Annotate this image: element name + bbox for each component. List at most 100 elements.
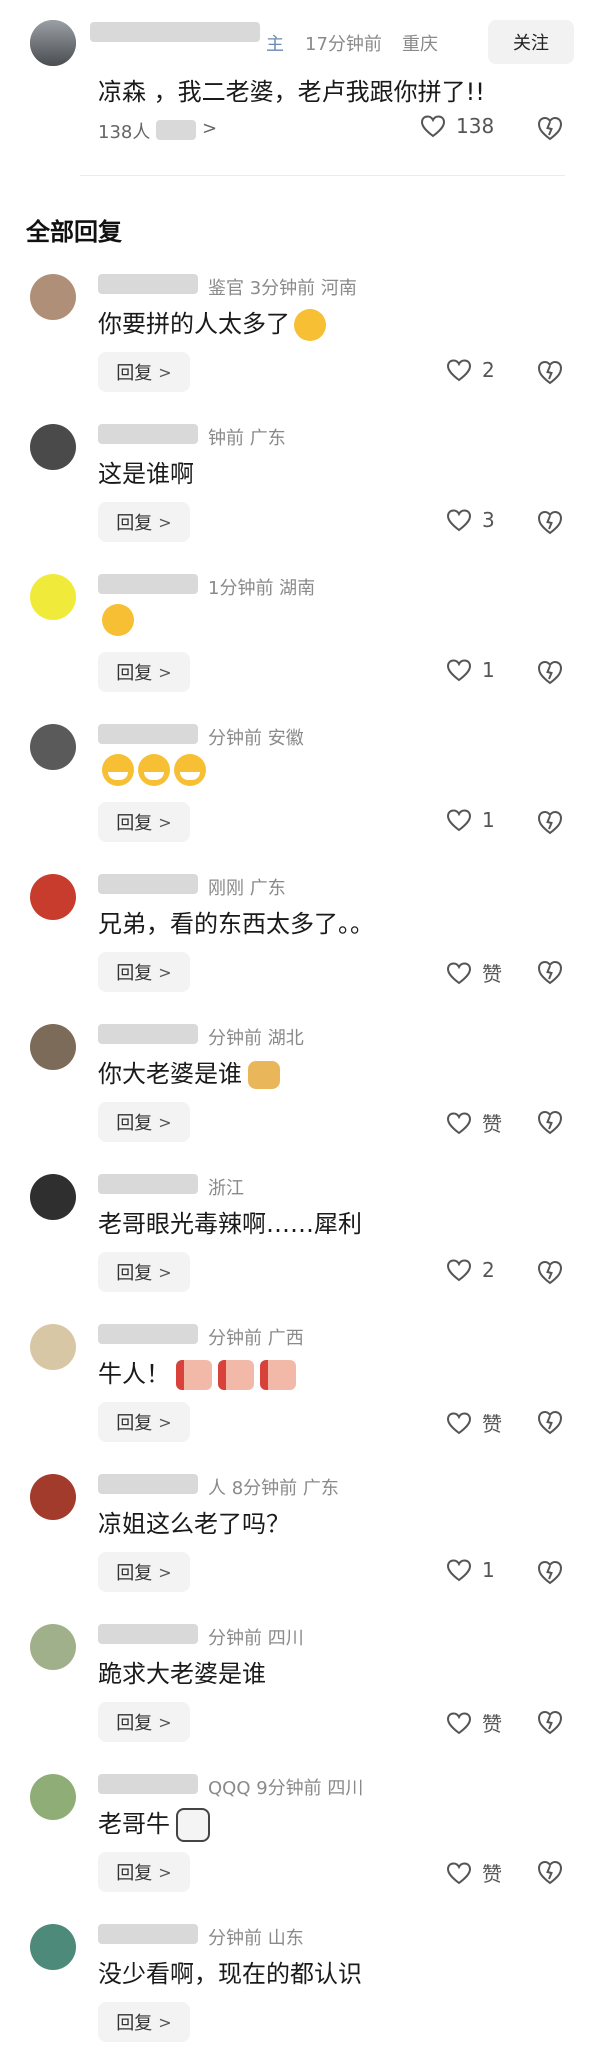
comment-text: 老哥眼光毒辣啊……犀利: [98, 1210, 362, 1238]
reply-button[interactable]: 回复 >: [98, 1702, 190, 1742]
comment-text: 牛人！: [98, 1354, 296, 1390]
chevron-right-icon: >: [158, 1412, 172, 1432]
username-blur: [98, 1624, 198, 1644]
views-chevron-icon[interactable]: >: [202, 118, 217, 139]
reply-button[interactable]: 回复 >: [98, 352, 190, 392]
username-blur: [98, 274, 198, 294]
dislike-icon[interactable]: [536, 658, 564, 686]
reply-button[interactable]: 回复 >: [98, 952, 190, 992]
comment-text: 老哥牛: [98, 1804, 210, 1842]
like-group[interactable]: 赞: [446, 1408, 502, 1437]
avatar[interactable]: [30, 20, 76, 66]
avatar[interactable]: [30, 1324, 76, 1370]
like-group[interactable]: 赞: [446, 958, 502, 987]
reply-button[interactable]: 回复 >: [98, 1402, 190, 1442]
views-count[interactable]: 138人: [98, 118, 150, 144]
avatar[interactable]: [30, 274, 76, 320]
cow-emoji-icon: [176, 1808, 210, 1842]
comment-text: 这是谁啊: [98, 460, 194, 488]
reply-button[interactable]: 回复 >: [98, 1252, 190, 1292]
chevron-right-icon: >: [158, 1112, 172, 1132]
avatar[interactable]: [30, 574, 76, 620]
heart-icon: [446, 1559, 472, 1582]
avatar[interactable]: [30, 1024, 76, 1070]
reply-button[interactable]: 回复 >: [98, 802, 190, 842]
reply-label: 回复: [116, 363, 153, 384]
avatar[interactable]: [30, 1774, 76, 1820]
comment-text: 兄弟，看的东西太多了。。: [98, 910, 374, 938]
avatar[interactable]: [30, 1624, 76, 1670]
comment-item: 1分钟前 湖南 回复 >1: [0, 568, 600, 718]
comment-meta: 分钟前 广西: [208, 1328, 304, 1349]
like-group[interactable]: 138: [420, 114, 494, 138]
like-group[interactable]: 赞: [446, 1108, 502, 1137]
like-count: 赞: [482, 1712, 502, 1736]
reply-button[interactable]: 回复 >: [98, 1552, 190, 1592]
comment-meta: 分钟前 四川: [208, 1628, 304, 1649]
comment-meta: 鉴官 3分钟前 河南: [208, 278, 357, 299]
like-count: 2: [482, 1258, 495, 1282]
chevron-right-icon: >: [158, 1562, 172, 1582]
comment-time: 17分钟前: [305, 34, 382, 55]
chevron-right-icon: >: [158, 812, 172, 832]
dislike-icon[interactable]: [536, 508, 564, 536]
follow-button[interactable]: 关注: [488, 20, 574, 64]
dislike-icon[interactable]: [536, 808, 564, 836]
dislike-icon[interactable]: [536, 1558, 564, 1586]
reply-button[interactable]: 回复 >: [98, 652, 190, 692]
comment-text: [98, 604, 134, 636]
like-group[interactable]: 3: [446, 508, 495, 532]
dislike-icon[interactable]: [536, 358, 564, 386]
heart-icon: [446, 1861, 472, 1884]
chevron-right-icon: >: [158, 962, 172, 982]
avatar[interactable]: [30, 874, 76, 920]
reply-button[interactable]: 回复 >: [98, 1852, 190, 1892]
like-group[interactable]: 1: [446, 1558, 495, 1582]
dislike-icon[interactable]: [536, 1108, 564, 1136]
comment-meta: 钟前 广东: [208, 428, 286, 449]
dislike-icon[interactable]: [536, 1858, 564, 1886]
username-blur: [98, 1174, 198, 1194]
like-group[interactable]: 2: [446, 358, 495, 382]
avatar[interactable]: [30, 724, 76, 770]
like-count: 赞: [482, 1112, 502, 1136]
avatar[interactable]: [30, 1174, 76, 1220]
dislike-icon[interactable]: [536, 114, 564, 142]
dislike-icon[interactable]: [536, 1708, 564, 1736]
reply-button[interactable]: 回复 >: [98, 502, 190, 542]
like-group[interactable]: 1: [446, 658, 495, 682]
comment-item: 分钟前 广西牛人！ 回复 > 赞: [0, 1318, 600, 1468]
comment-item: 分钟前 山东 没少看啊，现在的都认识 回复 >: [0, 1918, 600, 2068]
heart-icon: [446, 1411, 472, 1434]
chevron-right-icon: >: [158, 1862, 172, 1882]
reply-button[interactable]: 回复 >: [98, 1102, 190, 1142]
like-count: 赞: [482, 962, 502, 986]
like-group[interactable]: 2: [446, 1258, 495, 1282]
comment-meta: 浙江: [208, 1178, 244, 1199]
like-group[interactable]: 赞: [446, 1708, 502, 1737]
reply-label: 回复: [116, 963, 153, 984]
dislike-icon[interactable]: [536, 1258, 564, 1286]
reply-label: 回复: [116, 1713, 153, 1734]
reply-button[interactable]: 回复 >: [98, 2002, 190, 2042]
comment-item: 分钟前 湖北 你大老婆是谁 回复 > 赞: [0, 1018, 600, 1168]
avatar[interactable]: [30, 1924, 76, 1970]
dislike-icon[interactable]: [536, 1408, 564, 1436]
username-blur: [98, 874, 198, 894]
reply-label: 回复: [116, 2013, 153, 2034]
like-group[interactable]: 赞: [446, 1858, 502, 1887]
avatar[interactable]: [30, 424, 76, 470]
reply-label: 回复: [116, 1563, 153, 1584]
avatar[interactable]: [30, 1474, 76, 1520]
dislike-icon[interactable]: [536, 958, 564, 986]
chevron-right-icon: >: [158, 2012, 172, 2032]
comment-text: 凉姐这么老了吗？: [98, 1510, 290, 1538]
heart-icon: [446, 659, 472, 682]
comment-text: 跪求大老婆是谁: [98, 1660, 266, 1688]
divider: [80, 175, 565, 176]
comment-meta: 分钟前 湖北: [208, 1028, 304, 1049]
chevron-right-icon: >: [158, 1262, 172, 1282]
like-group[interactable]: 1: [446, 808, 495, 832]
reply-label: 回复: [116, 1863, 153, 1884]
chevron-right-icon: >: [158, 662, 172, 682]
